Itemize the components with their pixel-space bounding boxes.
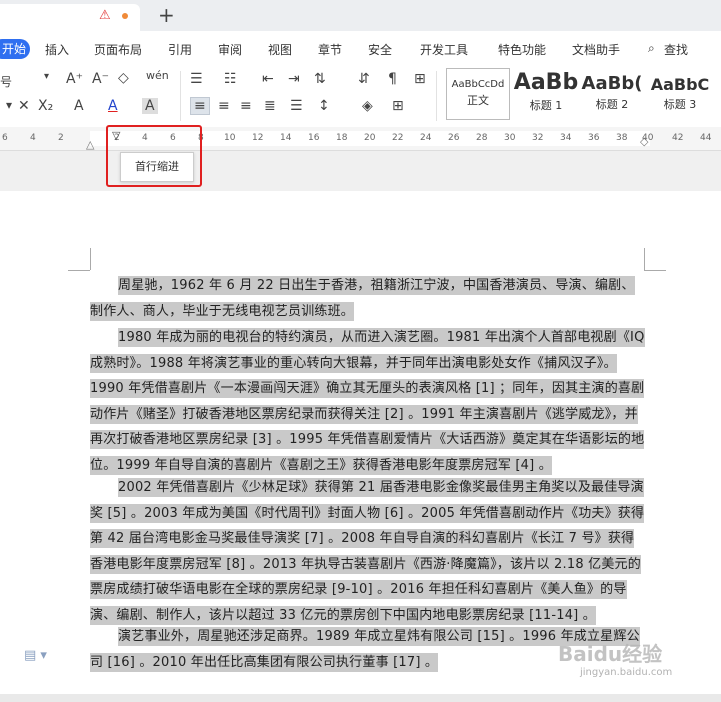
ruler-number: 2 [58,133,64,143]
line-spacing-icon[interactable]: ↕ [318,98,330,114]
ruler-number: 24 [420,133,432,143]
style-sample: AaBbCcDd [451,79,505,90]
warning-icon: ⚠ [99,8,111,23]
align-center-button[interactable]: ≡ [218,98,230,114]
table-grid-icon[interactable]: ⊞ [414,71,426,87]
ruler-number: 42 [672,133,684,143]
ruler-number: 6 [2,133,8,143]
paragraph-1[interactable]: 周星驰，1962 年 6 月 22 日出生于香港，祖籍浙江宁波，中国香港演员、导… [90,273,646,324]
decrease-indent-icon[interactable]: ⇤ [262,71,274,87]
ruler-number: 30 [504,133,516,143]
sort-icon[interactable]: ⇵ [358,71,370,87]
menu-view[interactable]: 视图 [268,41,292,58]
justify-icon[interactable]: ≣ [264,98,276,114]
shading-icon[interactable]: ◈ [362,98,373,114]
toolbar-separator [180,71,181,121]
font-color-button[interactable]: A [108,98,118,114]
underline-dropdown-icon[interactable]: ▾ [6,98,12,112]
ruler-number: 10 [224,133,236,143]
ruler-number: 32 [532,133,544,143]
ruler-number: 34 [560,133,572,143]
unsaved-dot-icon [122,13,128,19]
margin-corner-mark [644,248,645,270]
font-size-box[interactable]: 号 [0,73,12,90]
paragraph-3[interactable]: 2002 年凭借喜剧片《少林足球》获得第 21 届香港电影金像奖最佳男主角奖以及… [90,475,646,628]
margin-corner-mark [68,270,90,271]
menu-developer-tools[interactable]: 开发工具 [420,41,468,58]
bullets-button[interactable]: ☰ [190,71,203,87]
document-tab[interactable] [0,4,140,31]
show-marks-icon[interactable]: ¶ [388,71,397,87]
paragraph-text: 周星驰，1962 年 6 月 22 日出生于香港，祖籍浙江宁波，中国香港演员、导… [90,276,635,321]
style-heading-1[interactable]: AaBb 标题 1 [513,68,579,120]
menu-find[interactable]: 查找 [664,41,688,58]
style-normal[interactable]: AaBbCcDd 正文 [446,68,510,120]
style-sample: AaBbC [650,75,710,94]
search-icon[interactable]: ⌕ [648,41,655,56]
paragraph-2[interactable]: 1980 年成为丽的电视台的特约演员，从而进入演艺圈。1981 年出演个人首部电… [90,325,646,478]
menu-doc-assistant[interactable]: 文档助手 [572,41,620,58]
document-status-icon[interactable]: ▤ ▾ [24,648,47,663]
style-gallery: AaBbCcDd 正文 AaBb 标题 1 AaBb( 标题 2 AaBbC 标… [443,68,721,120]
ruler-number: 16 [308,133,320,143]
distribute-icon[interactable]: ☰ [290,98,303,114]
style-sample: AaBb [513,70,579,95]
align-right-button[interactable]: ≡ [240,98,252,114]
style-heading-2[interactable]: AaBb( 标题 2 [579,68,645,120]
ruler-number: 18 [336,133,348,143]
watermark-logo: Baidu经验 [558,642,663,666]
ribbon-menu-bar: 开始 插入 页面布局 引用 审阅 视图 章节 安全 开发工具 特色功能 文档助手… [0,31,721,66]
style-name: 标题 2 [595,98,629,111]
font-size-dropdown-icon[interactable]: ▾ [44,71,49,82]
clear-format-icon[interactable]: ◇ [118,70,129,86]
menu-chapter[interactable]: 章节 [318,41,342,58]
shrink-font-button[interactable]: A⁻ [92,71,109,87]
ruler-number: 36 [588,133,600,143]
menu-start[interactable]: 开始 [0,39,30,59]
annotation-highlight-box [106,125,202,187]
pinyin-button[interactable]: wén [146,69,169,82]
right-indent-marker-icon[interactable]: ◇ [640,135,648,148]
new-tab-button[interactable]: + [158,3,175,27]
align-left-button[interactable]: ≡ [190,97,210,115]
margin-corner-mark [90,248,91,270]
char-shading-button[interactable]: A [142,98,158,114]
menu-review[interactable]: 审阅 [218,41,242,58]
ruler-number: 44 [700,133,712,143]
title-bar: ⚠ + [0,0,721,31]
strikethrough-icon[interactable]: ✕ [18,98,30,114]
menu-insert[interactable]: 插入 [45,41,69,58]
style-heading-3[interactable]: AaBbC 标题 3 [645,68,715,120]
ruler-number: 14 [280,133,292,143]
paragraph-text: 2002 年凭借喜剧片《少林足球》获得第 21 届香港电影金像奖最佳男主角奖以及… [90,478,645,625]
menu-references[interactable]: 引用 [168,41,192,58]
ruler-number: 38 [616,133,628,143]
style-name: 正文 [467,94,489,107]
borders-icon[interactable]: ⊞ [392,98,404,114]
toolbar-separator [436,71,437,121]
menu-special-features[interactable]: 特色功能 [498,41,546,58]
highlight-button[interactable]: A [74,98,84,114]
menu-security[interactable]: 安全 [368,41,392,58]
ruler-number: 22 [392,133,404,143]
grow-font-button[interactable]: A⁺ [66,71,83,87]
style-sample: AaBb( [581,73,643,94]
menu-page-layout[interactable]: 页面布局 [94,41,142,58]
left-indent-marker-icon[interactable]: △ [86,138,94,151]
ruler-number: 28 [476,133,488,143]
increase-indent-icon[interactable]: ⇥ [288,71,300,87]
style-name: 标题 1 [529,99,563,112]
ruler-number: 20 [364,133,376,143]
ruler-number: 26 [448,133,460,143]
margin-corner-mark [644,270,666,271]
subscript-icon[interactable]: X₂ [38,98,53,114]
ruler-number: 12 [252,133,264,143]
style-name: 标题 3 [663,98,697,111]
numbering-button[interactable]: ☷ [224,71,237,87]
text-direction-icon[interactable]: ⇅ [314,71,326,87]
paragraph-text: 1980 年成为丽的电视台的特约演员，从而进入演艺圈。1981 年出演个人首部电… [90,328,645,475]
ruler-number: 4 [30,133,36,143]
watermark-url: jingyan.baidu.com [580,667,673,678]
status-bar [0,694,721,702]
